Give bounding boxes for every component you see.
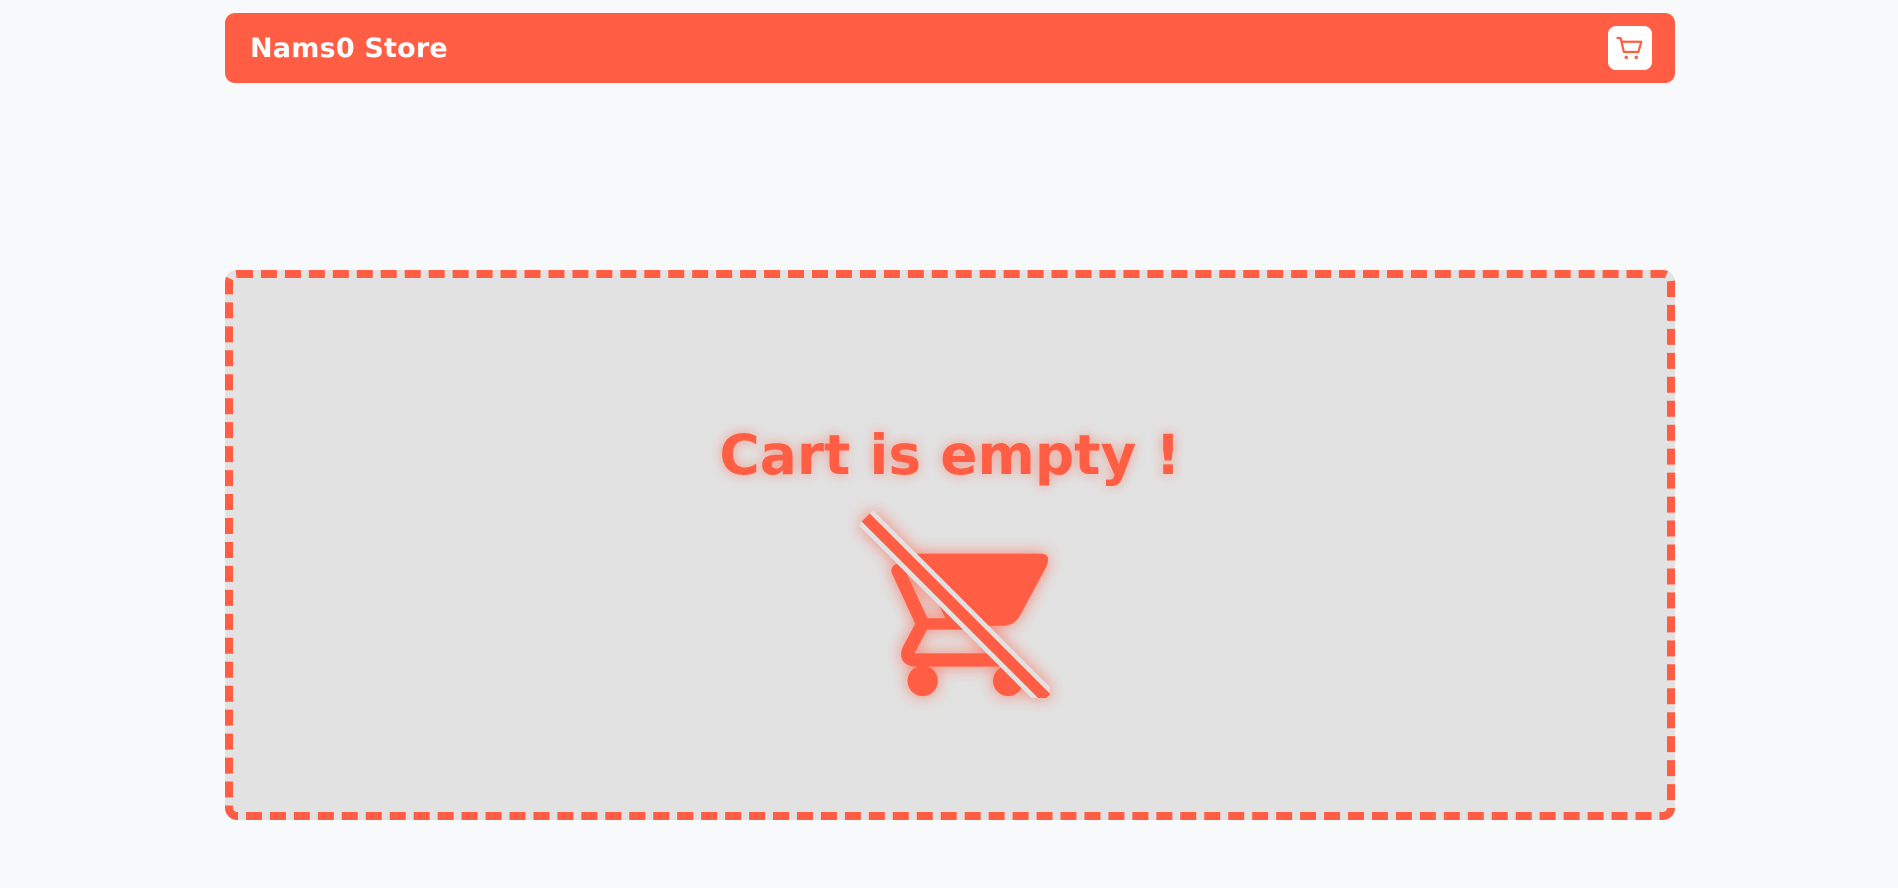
empty-cart-message: Cart is empty ! — [719, 423, 1181, 487]
empty-cart-panel: Cart is empty ! — [225, 270, 1675, 820]
cart-button[interactable] — [1608, 26, 1652, 70]
navbar: Nams0 Store — [225, 13, 1675, 83]
remove-shopping-cart-icon — [860, 508, 1050, 698]
cart-icon — [1616, 36, 1643, 60]
store-brand[interactable]: Nams0 Store — [250, 33, 448, 64]
